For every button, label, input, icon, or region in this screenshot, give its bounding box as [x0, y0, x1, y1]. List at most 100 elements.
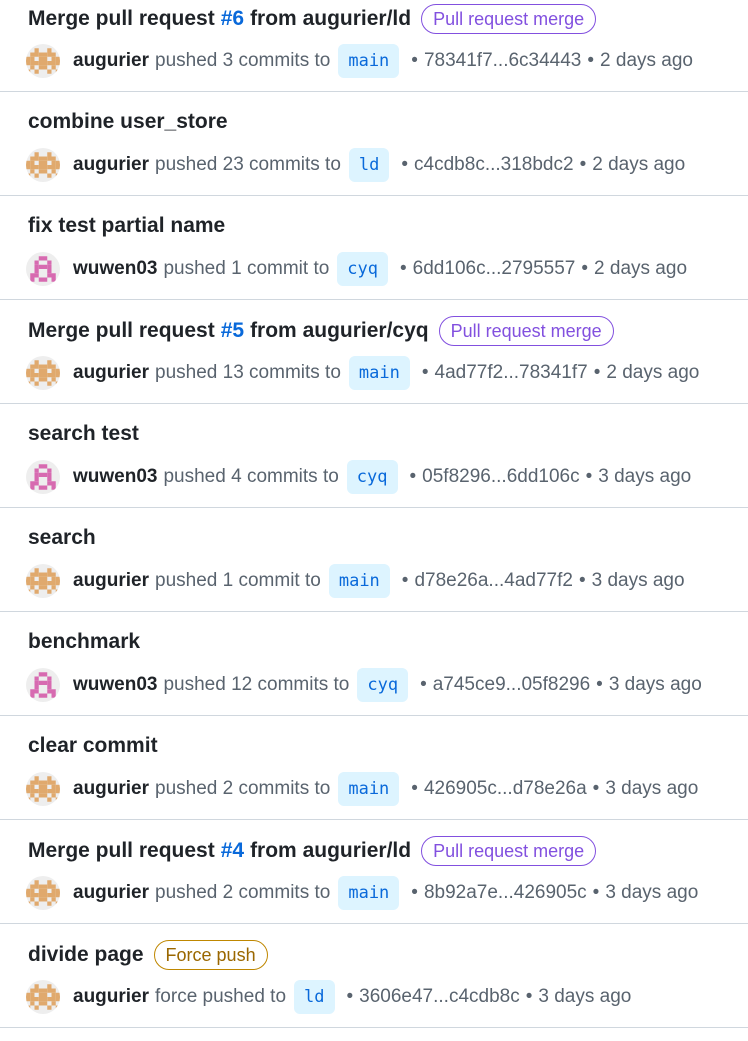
avatar[interactable] [26, 356, 60, 390]
commit-title[interactable]: benchmark [28, 628, 140, 656]
commit-range-link[interactable]: 426905c...d78e26a [424, 775, 587, 803]
force-push-label[interactable]: Force push [153, 940, 268, 970]
avatar[interactable] [26, 564, 60, 598]
commit-title-line: combine user_store [28, 108, 228, 136]
separator-dot: • [421, 362, 429, 383]
pull-request-merge-label[interactable]: Pull request merge [438, 316, 614, 346]
branch-name[interactable]: main [348, 356, 410, 390]
pull-request-merge-label[interactable]: Pull request merge [421, 836, 597, 866]
commit-title-line: clear commit [28, 732, 158, 760]
push-meta: augurier pushed 3 commits to main • 78341f7.… [26, 44, 693, 78]
commit-title[interactable]: combine user_store [28, 108, 228, 136]
timestamp: 3 days ago [608, 674, 702, 695]
commit-title-suffix[interactable]: from augurier/cyq [250, 317, 429, 345]
commit-title-line: Merge pull request #6 from augurier/ld Pull… [28, 4, 597, 34]
push-action: force pushed to [155, 986, 287, 1007]
separator-dot: • [346, 986, 354, 1007]
push-action: pushed 12 commits to [163, 674, 350, 695]
avatar[interactable] [26, 460, 60, 494]
commit-title-suffix[interactable]: from augurier/ld [250, 5, 411, 33]
commit-title[interactable]: clear commit [28, 732, 158, 760]
commit-range-link[interactable]: c4cdb8c...318bdc2 [414, 151, 574, 179]
branch-name[interactable]: cyq [346, 460, 398, 494]
commit-range-link[interactable]: 8b92a7e...426905c [424, 879, 587, 907]
author-name[interactable]: wuwen03 [73, 463, 157, 491]
author-name[interactable]: augurier [73, 359, 149, 387]
author-name[interactable]: augurier [73, 983, 149, 1011]
push-meta: augurier pushed 1 commit to main • d78e26a..… [26, 564, 685, 598]
pull-request-merge-label[interactable]: Pull request merge [421, 4, 597, 34]
avatar[interactable] [26, 148, 60, 182]
push-action: pushed 1 commit to [155, 570, 321, 591]
separator-dot: • [579, 154, 587, 175]
avatar[interactable] [26, 772, 60, 806]
author-name[interactable]: augurier [73, 567, 149, 595]
commit-title-suffix[interactable]: from augurier/ld [250, 837, 411, 865]
separator-dot: • [400, 258, 407, 279]
activity-item: Merge pull request #4 from augurier/ld Pull… [0, 820, 748, 924]
commit-title-prefix[interactable]: Merge pull request [28, 5, 215, 33]
pull-request-link[interactable]: #4 [221, 837, 244, 865]
branch-name[interactable]: cyq [337, 252, 389, 286]
branch-name[interactable]: main [338, 876, 400, 910]
activity-item: fix test partial name wuwen03 pushed 1 com… [0, 196, 748, 300]
commit-range-link[interactable]: 3606e47...c4cdb8c [359, 983, 520, 1011]
branch-name[interactable]: main [338, 44, 400, 78]
commit-title-line: divide page Force push [28, 940, 268, 970]
push-action: pushed 4 commits to [163, 466, 339, 487]
avatar[interactable] [26, 668, 60, 702]
commit-range-link[interactable]: 4ad77f2...78341f7 [435, 359, 588, 387]
commit-title[interactable]: Merge pull request #4 from augurier/ld [28, 837, 411, 865]
pull-request-link[interactable]: #5 [221, 317, 244, 345]
commit-title-prefix[interactable]: Merge pull request [28, 317, 215, 345]
timestamp: 3 days ago [605, 882, 699, 903]
push-action: pushed 23 commits to [155, 154, 341, 175]
separator-dot: • [585, 466, 593, 487]
commit-range-link[interactable]: 6dd106c...2795557 [413, 255, 576, 283]
commit-title-line: fix test partial name [28, 212, 225, 240]
timestamp: 2 days ago [600, 50, 693, 71]
timestamp: 2 days ago [606, 362, 700, 383]
avatar[interactable] [26, 252, 60, 286]
activity-item: divide page Force push augurier force pushe… [0, 924, 748, 1028]
branch-name[interactable]: ld [294, 980, 335, 1014]
avatar[interactable] [26, 44, 60, 78]
commit-title[interactable]: Merge pull request #6 from augurier/ld [28, 5, 411, 33]
activity-item: search augurier pushed 1 commit to main • d78… [0, 508, 748, 612]
commit-range-link[interactable]: d78e26a...4ad77f2 [414, 567, 573, 595]
commit-title-prefix[interactable]: Merge pull request [28, 837, 215, 865]
commit-title[interactable]: search [28, 524, 96, 552]
commit-title[interactable]: divide page [28, 941, 144, 969]
separator-dot: • [596, 674, 603, 695]
commit-title-line: search test [28, 420, 139, 448]
avatar[interactable] [26, 876, 60, 910]
pull-request-link[interactable]: #6 [221, 5, 244, 33]
timestamp: 2 days ago [592, 154, 686, 175]
author-name[interactable]: augurier [73, 775, 149, 803]
author-name[interactable]: augurier [73, 151, 149, 179]
timestamp: 3 days ago [598, 466, 692, 487]
branch-name[interactable]: main [338, 772, 400, 806]
author-name[interactable]: augurier [73, 47, 149, 75]
activity-item: search test wuwen03 pushed 4 commits to cyq… [0, 404, 748, 508]
commit-range-link[interactable]: 78341f7...6c34443 [424, 47, 581, 75]
push-meta: wuwen03 pushed 12 commits to cyq • a745ce9..… [26, 668, 702, 702]
author-name[interactable]: augurier [73, 879, 149, 907]
push-action: pushed 3 commits to [155, 50, 331, 71]
author-name[interactable]: wuwen03 [73, 671, 157, 699]
commit-range-link[interactable]: a745ce9...05f8296 [433, 671, 590, 699]
commit-title[interactable]: Merge pull request #5 from augurier/cyq [28, 317, 429, 345]
branch-name[interactable]: cyq [357, 668, 409, 702]
author-name[interactable]: wuwen03 [73, 255, 157, 283]
separator-dot: • [592, 882, 600, 903]
commit-title[interactable]: search test [28, 420, 139, 448]
avatar[interactable] [26, 980, 60, 1014]
commit-range-link[interactable]: 05f8296...6dd106c [422, 463, 579, 491]
separator-dot: • [411, 50, 418, 71]
separator-dot: • [411, 882, 418, 903]
separator-dot: • [401, 570, 409, 591]
push-meta: augurier pushed 13 commits to main • 4ad77f2… [26, 356, 699, 390]
branch-name[interactable]: main [328, 564, 390, 598]
commit-title[interactable]: fix test partial name [28, 212, 225, 240]
branch-name[interactable]: ld [348, 148, 390, 182]
